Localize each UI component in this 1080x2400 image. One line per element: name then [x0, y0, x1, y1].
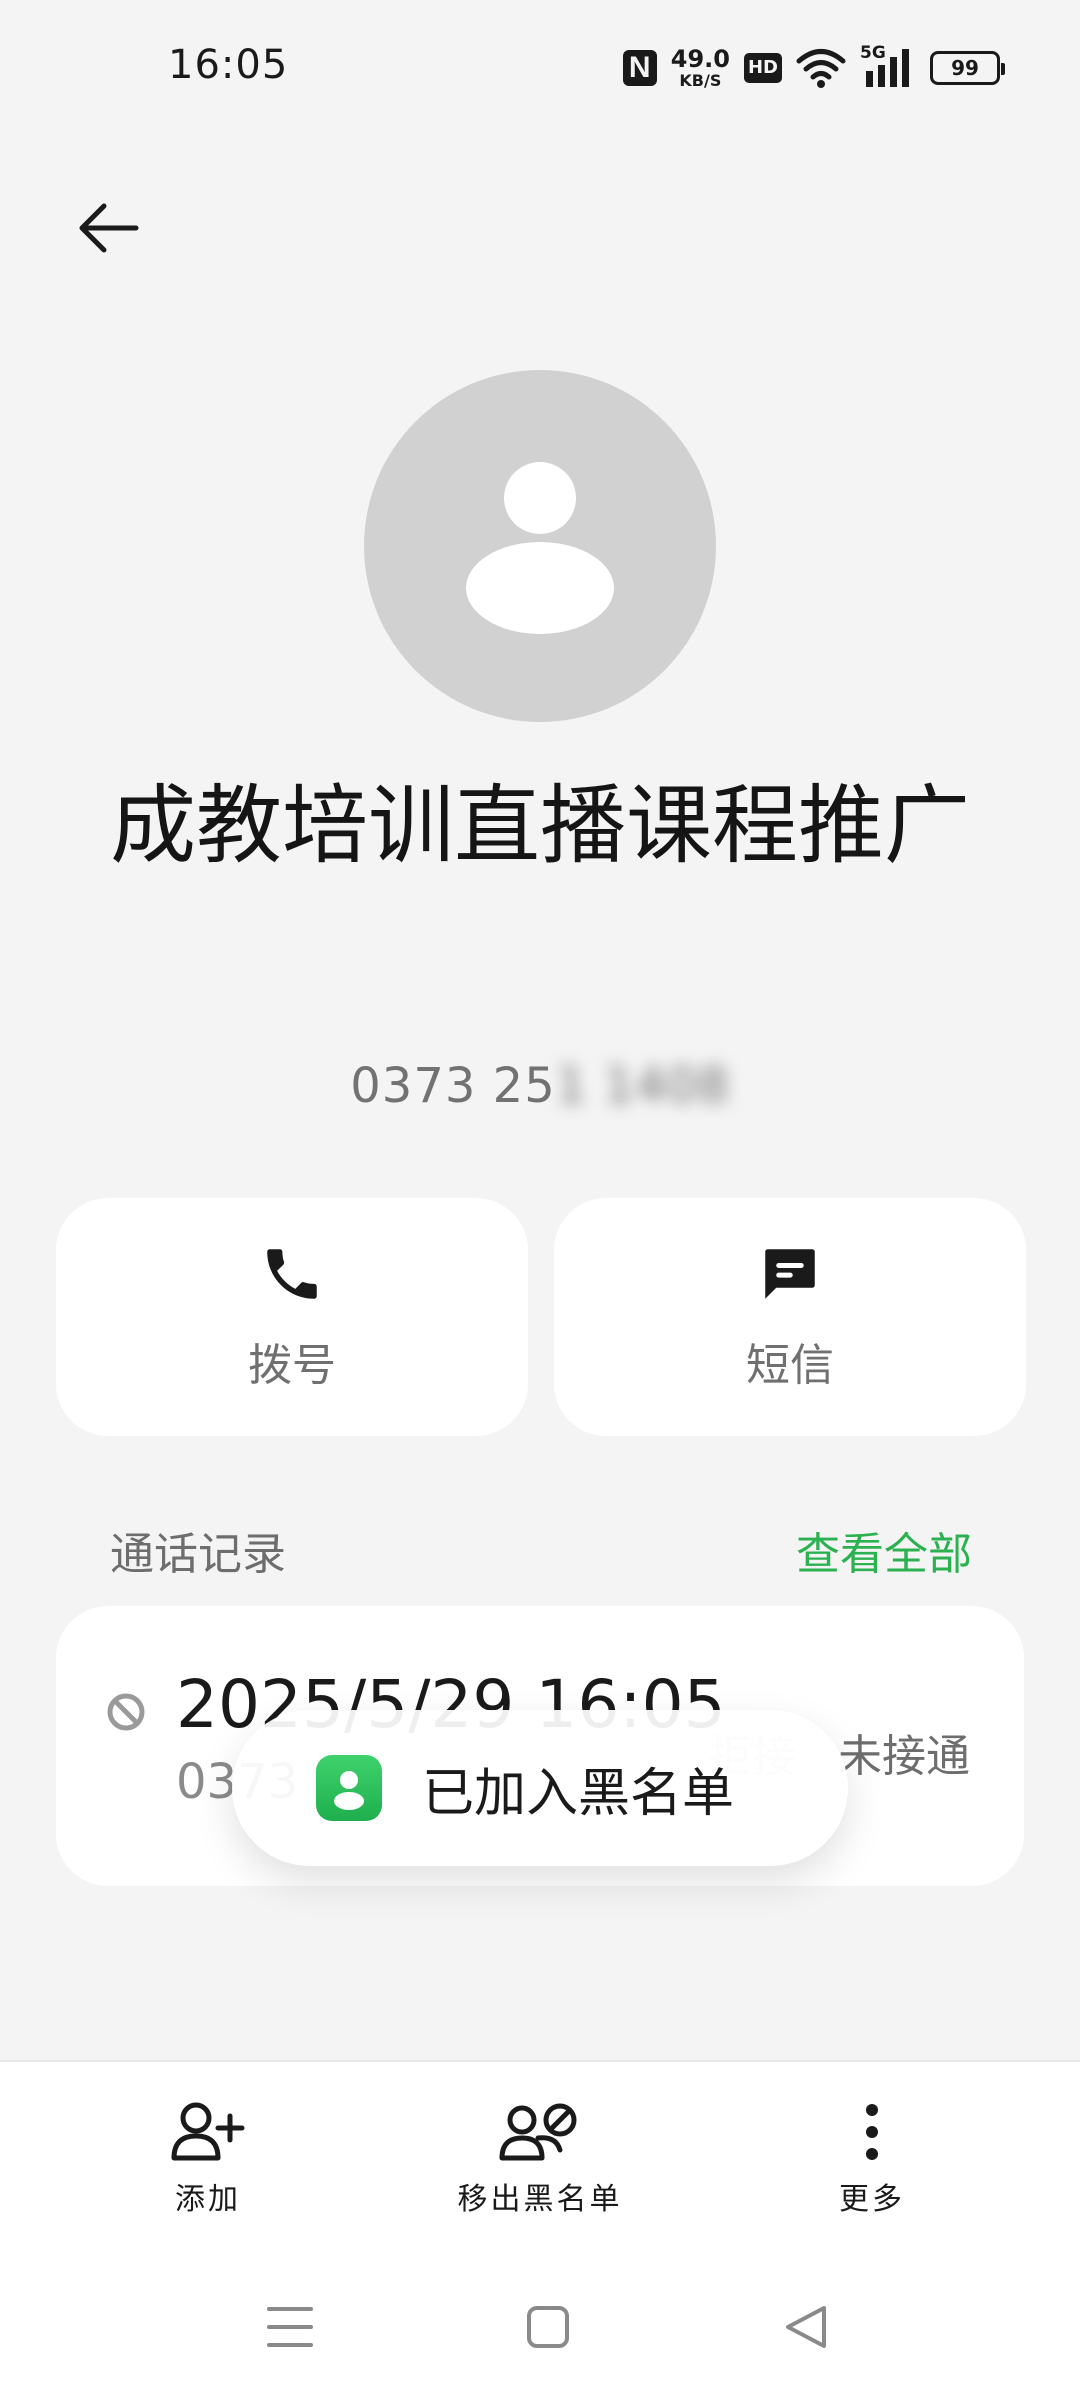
- signal-icon: 5G: [860, 43, 916, 89]
- wifi-icon: [796, 49, 846, 88]
- dial-button[interactable]: 拨号: [56, 1198, 528, 1436]
- phone-visible: 0373 25: [350, 1058, 556, 1114]
- add-person-icon: [171, 2102, 245, 2161]
- avatar[interactable]: [364, 370, 716, 722]
- back-button[interactable]: [62, 186, 154, 270]
- sms-label: 短信: [746, 1340, 834, 1391]
- bottom-action-bar: 添加 移出黑名单 更多: [0, 2060, 1080, 2400]
- back-triangle-icon: [786, 2306, 826, 2348]
- contact-name: 成教培训直播课程推广: [110, 776, 970, 876]
- unblock-label: 移出黑名单: [457, 2182, 623, 2217]
- net-speed-unit: KB/S: [679, 71, 722, 90]
- status-time: 16:05: [168, 42, 289, 88]
- call-history-title: 通话记录: [110, 1529, 286, 1580]
- battery-icon: 99: [930, 51, 1005, 85]
- blocked-icon: [107, 1693, 145, 1731]
- nav-back-button[interactable]: [746, 2292, 866, 2362]
- more-label: 更多: [839, 2182, 905, 2217]
- net-speed: 49.0 KB/S: [671, 47, 730, 89]
- status-icons: 49.0 KB/S HD 5G 99: [622, 42, 1005, 94]
- sms-button[interactable]: 短信: [554, 1198, 1026, 1436]
- toast-text: 已加入黑名单: [422, 1763, 735, 1824]
- unblock-people-icon: [499, 2103, 577, 2161]
- toast-notification: 已加入黑名单: [232, 1710, 848, 1866]
- view-all-link[interactable]: 查看全部: [796, 1518, 972, 1582]
- phone-number[interactable]: 0373 251 1408: [0, 1058, 1080, 1114]
- more-vertical-icon: [866, 2104, 878, 2160]
- arrow-left-icon: [79, 203, 139, 253]
- hd-icon: HD: [743, 53, 782, 83]
- menu-icon: [267, 2307, 313, 2347]
- system-nav-bar: [0, 2292, 1080, 2362]
- contacts-app-icon: [316, 1755, 382, 1821]
- person-icon: [466, 462, 614, 634]
- home-icon: [527, 2306, 569, 2348]
- more-button[interactable]: 更多: [742, 2098, 1002, 2218]
- net-speed-value: 49.0: [670, 45, 730, 73]
- message-icon: [765, 1249, 815, 1299]
- nav-home-button[interactable]: [488, 2292, 608, 2362]
- add-contact-label: 添加: [175, 2182, 241, 2217]
- status-bar: 16:05 49.0 KB/S HD 5G: [0, 0, 1080, 140]
- nav-menu-button[interactable]: [230, 2292, 350, 2362]
- dial-label: 拨号: [248, 1340, 336, 1391]
- phone-icon: [267, 1249, 317, 1299]
- unblock-button[interactable]: 移出黑名单: [410, 2098, 670, 2218]
- add-contact-button[interactable]: 添加: [78, 2098, 338, 2218]
- nfc-icon: [622, 50, 657, 86]
- contact-detail-screen: 16:05 49.0 KB/S HD 5G: [0, 0, 1080, 2400]
- call-record-status: 未接通: [838, 1731, 970, 1782]
- phone-blurred: 1 1408: [555, 1058, 730, 1114]
